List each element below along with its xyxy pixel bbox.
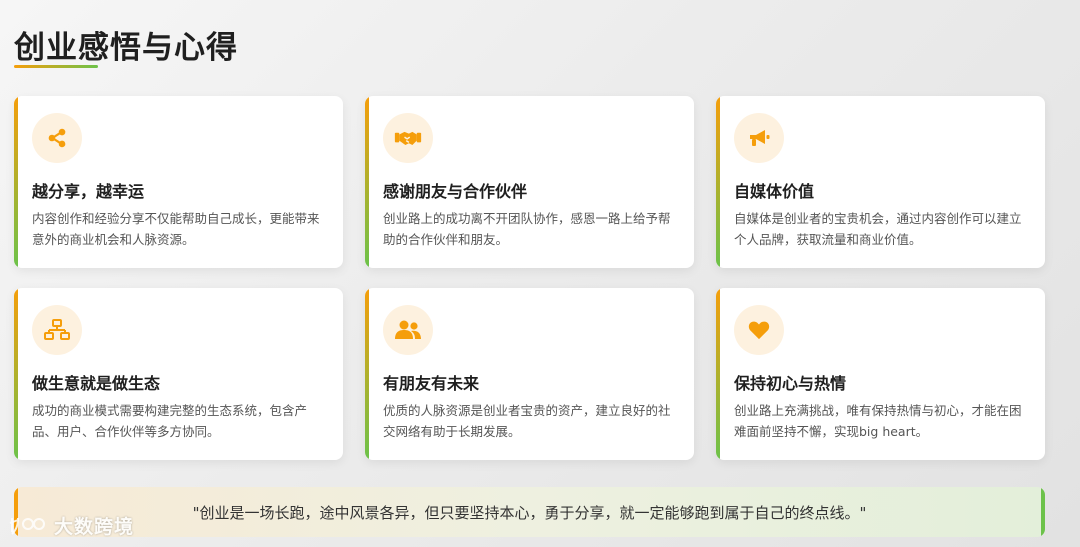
card-self-media: 自媒体价值 自媒体是创业者的宝贵机会，通过内容创作可以建立个人品牌，获取流量和商… xyxy=(716,96,1045,268)
watermark: 大数跨境 xyxy=(8,512,134,539)
card-description: 创业路上充满挑战，唯有保持热情与初心，才能在困难面前坚持不懈，实现big hea… xyxy=(734,403,1022,439)
card-title: 保持初心与热情 xyxy=(734,374,847,393)
card-description: 内容创作和经验分享不仅能帮助自己成长，更能带来意外的商业机会和人脉资源。 xyxy=(32,211,320,247)
card-description: 优质的人脉资源是创业者宝贵的资产，建立良好的社交网络有助于长期发展。 xyxy=(383,403,671,439)
card-title: 自媒体价值 xyxy=(734,182,815,201)
card-title: 越分享，越幸运 xyxy=(32,182,145,201)
share-icon xyxy=(32,113,82,163)
heart-icon xyxy=(734,305,784,355)
watermark-text: 大数跨境 xyxy=(54,516,135,538)
handshake-icon xyxy=(383,113,433,163)
card-description: 成功的商业模式需要构建完整的生态系统，包含产品、用户、合作伙伴等多方协同。 xyxy=(32,403,308,439)
card-description: 自媒体是创业者的宝贵机会，通过内容创作可以建立个人品牌，获取流量和商业价值。 xyxy=(734,211,1022,247)
sitemap-icon xyxy=(32,305,82,355)
card-title: 做生意就是做生态 xyxy=(32,374,161,393)
quote-banner: "创业是一场长跑，途中风景各异，但只要坚持本心，勇于分享，就一定能够跑到属于自己… xyxy=(14,487,1045,537)
card-passion: 保持初心与热情 创业路上充满挑战，唯有保持热情与初心，才能在困难面前坚持不懈，实… xyxy=(716,288,1045,460)
page-title: 创业感悟与心得 xyxy=(14,30,238,66)
card-friends-future: 有朋友有未来 优质的人脉资源是创业者宝贵的资产，建立良好的社交网络有助于长期发展… xyxy=(365,288,694,460)
card-share: 越分享，越幸运 内容创作和经验分享不仅能帮助自己成长，更能带来意外的商业机会和人… xyxy=(14,96,343,268)
users-icon xyxy=(383,305,433,355)
title-underline xyxy=(14,65,98,68)
card-title: 感谢朋友与合作伙伴 xyxy=(383,182,528,201)
card-ecosystem: 做生意就是做生态 成功的商业模式需要构建完整的生态系统，包含产品、用户、合作伙伴… xyxy=(14,288,343,460)
card-description: 创业路上的成功离不开团队协作，感恩一路上给予帮助的合作伙伴和朋友。 xyxy=(383,211,671,247)
megaphone-icon xyxy=(734,113,784,163)
quote-text: "创业是一场长跑，途中风景各异，但只要坚持本心，勇于分享，就一定能够跑到属于自己… xyxy=(192,503,867,522)
card-thanks-partners: 感谢朋友与合作伙伴 创业路上的成功离不开团队协作，感恩一路上给予帮助的合作伙伴和… xyxy=(365,96,694,268)
brand-logo-icon xyxy=(9,517,45,535)
card-title: 有朋友有未来 xyxy=(383,374,480,393)
